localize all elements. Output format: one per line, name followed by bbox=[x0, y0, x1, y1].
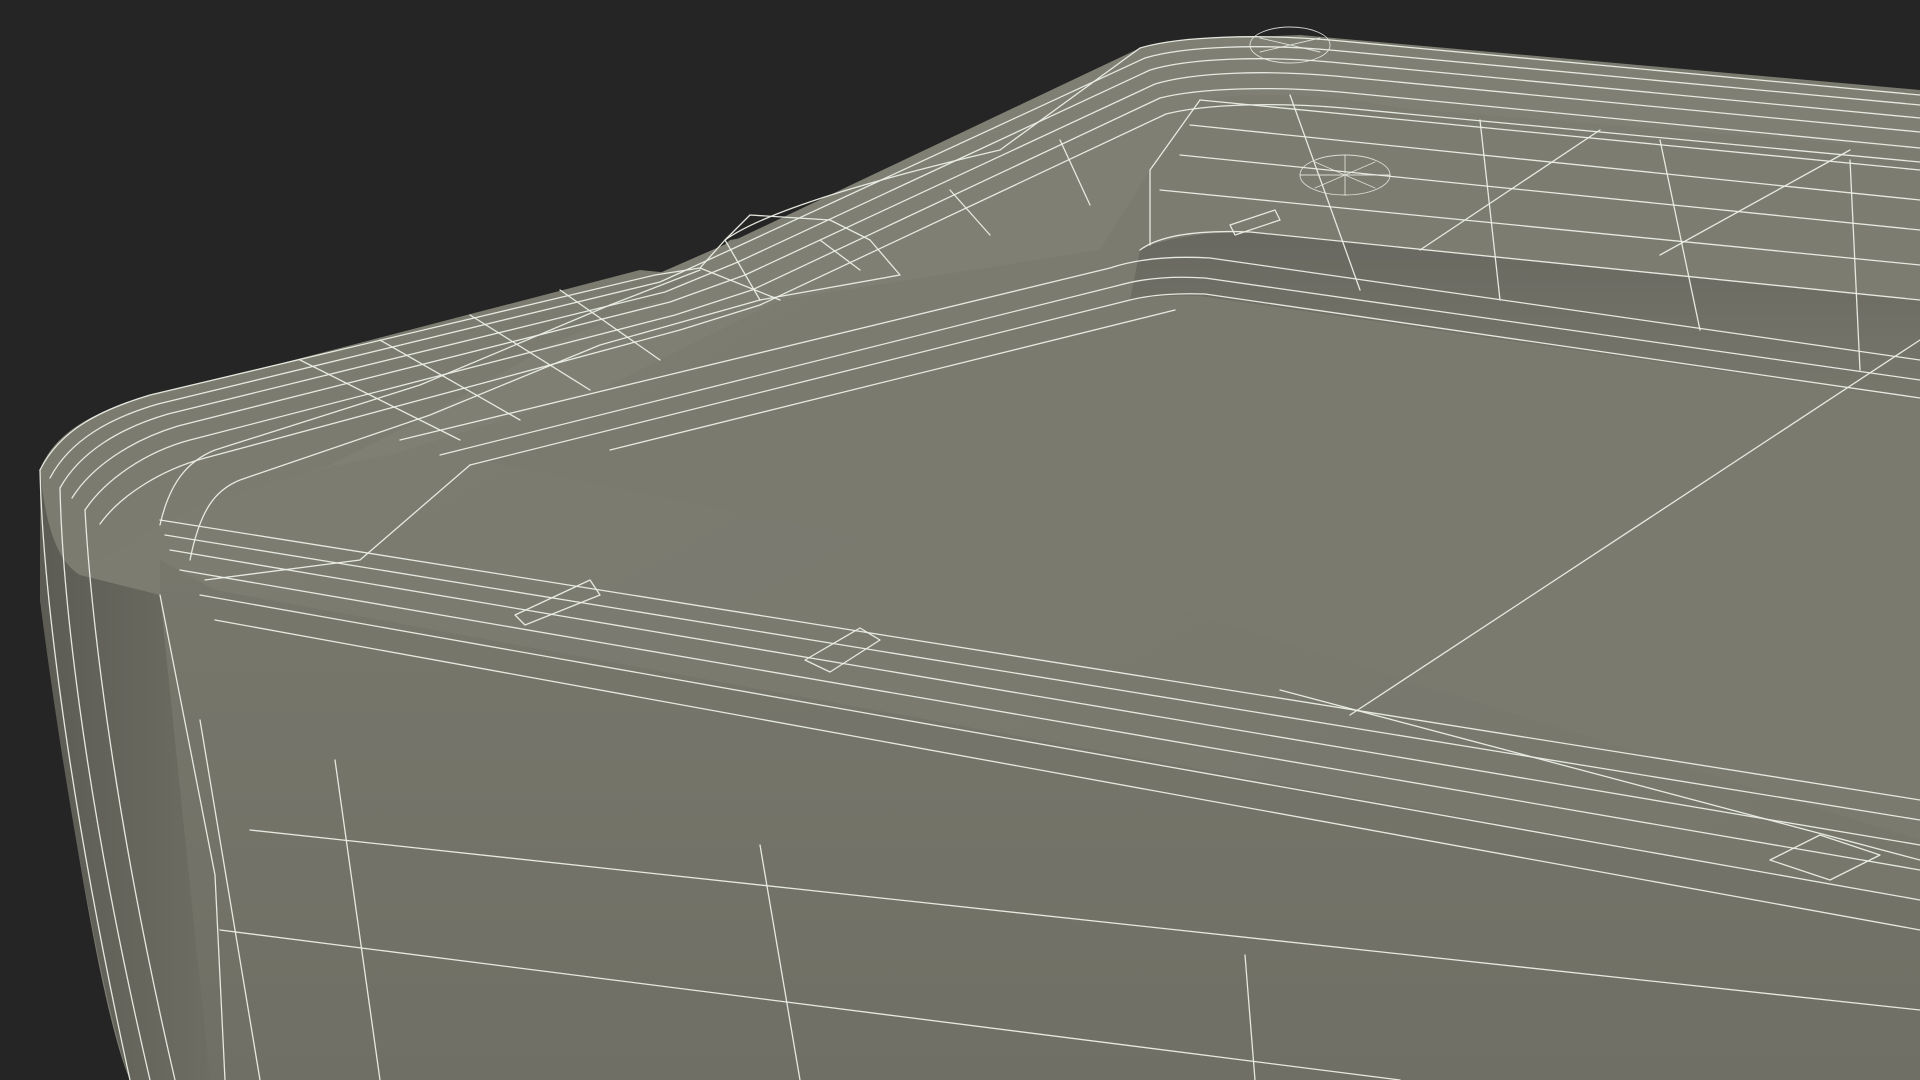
render-viewport bbox=[0, 0, 1920, 1080]
mesh-surfaces bbox=[40, 35, 1920, 1080]
wireframe-render bbox=[39, 26, 1920, 1080]
